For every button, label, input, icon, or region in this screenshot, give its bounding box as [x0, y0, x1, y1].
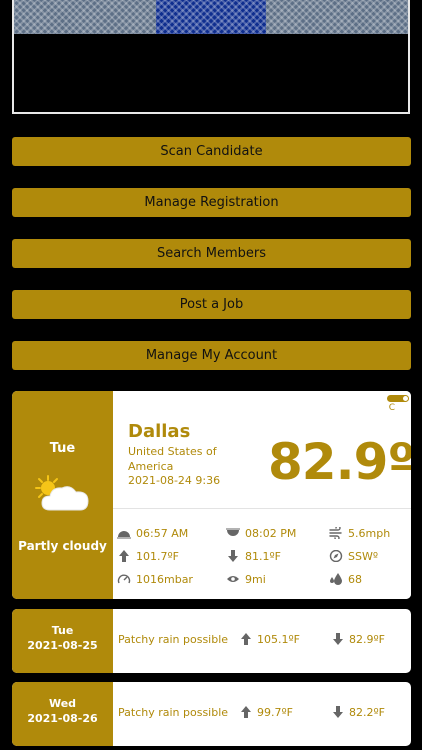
current-day: Tue: [49, 441, 76, 456]
humidity-value: 68: [348, 573, 362, 586]
current-condition: Partly cloudy: [18, 539, 107, 553]
forecast-date-panel: Tue 2021-08-25: [12, 609, 113, 673]
arrow-down-icon: [333, 633, 343, 645]
partly-cloudy-icon: [35, 475, 89, 511]
forecast-low-value: 82.2ºF: [349, 706, 386, 719]
unit-label: C: [388, 403, 395, 413]
wind-speed-stat: 5.6mph: [329, 527, 390, 540]
forecast-low-value: 82.9ºF: [349, 633, 386, 646]
high-value: 101.7ºF: [136, 550, 180, 563]
divider: [113, 508, 411, 509]
high-stat: 101.7ºF: [117, 550, 179, 563]
wind-icon: [329, 527, 342, 539]
low-stat: 81.1ºF: [226, 550, 281, 563]
current-temperature: 82.9º: [268, 433, 411, 491]
forecast-low: 82.2ºF: [332, 706, 385, 719]
forecast-card: Tue 2021-08-25 Patchy rain possible 105.…: [12, 609, 411, 673]
forecast-date-panel: Wed 2021-08-26: [12, 682, 113, 746]
sunset-icon: [226, 528, 240, 536]
pressure-value: 1016mbar: [136, 573, 193, 586]
sunrise-icon: [117, 531, 131, 539]
pressure-stat: 1016mbar: [117, 573, 193, 586]
manage-account-button[interactable]: Manage My Account: [12, 341, 411, 370]
scan-candidate-button[interactable]: Scan Candidate: [12, 137, 411, 166]
forecast-high-value: 105.1ºF: [257, 633, 301, 646]
wind-speed-value: 5.6mph: [348, 527, 391, 540]
forecast-low: 82.9ºF: [332, 633, 385, 646]
wind-direction-value: SSWº: [348, 550, 379, 563]
forecast-high-value: 99.7ºF: [257, 706, 294, 719]
search-members-button[interactable]: Search Members: [12, 239, 411, 268]
eye-icon: [227, 576, 239, 582]
weather-datetime: 2021-08-24 9:36: [128, 474, 221, 487]
compass-icon: [329, 550, 343, 562]
sunrise-value: 06:57 AM: [136, 527, 189, 540]
humidity-stat: 68: [329, 573, 362, 586]
gauge-icon: [117, 574, 131, 584]
sunrise-stat: 06:57 AM: [117, 527, 188, 540]
low-value: 81.1ºF: [245, 550, 282, 563]
arrow-down-icon: [333, 706, 343, 718]
manage-registration-button[interactable]: Manage Registration: [12, 188, 411, 217]
sunset-stat: 08:02 PM: [226, 527, 296, 540]
arrow-up-icon: [119, 550, 129, 562]
post-job-button[interactable]: Post a Job: [12, 290, 411, 319]
city-name: Dallas: [128, 421, 191, 442]
country-name: United States of America: [128, 445, 217, 473]
unit-toggle[interactable]: [387, 395, 409, 402]
arrow-up-icon: [241, 633, 251, 645]
forecast-high: 105.1ºF: [240, 633, 300, 646]
camera-preview: [12, 0, 410, 114]
current-weather-details: C Dallas United States of America 2021-0…: [113, 391, 411, 599]
arrow-up-icon: [241, 706, 251, 718]
forecast-date: 2021-08-25: [27, 639, 98, 652]
wind-direction-stat: SSWº: [329, 550, 378, 563]
current-weather-summary: Tue Partly cloudy: [12, 391, 113, 599]
current-weather-card: Tue Partly cloudy C Dallas United States…: [12, 391, 411, 599]
forecast-card: Wed 2021-08-26 Patchy rain possible 99.7…: [12, 682, 411, 746]
visibility-stat: 9mi: [226, 573, 266, 586]
forecast-description: Patchy rain possible: [118, 706, 229, 719]
forecast-day: Wed: [48, 697, 77, 710]
humidity-icon: [330, 573, 342, 585]
temperature-unit: F: [410, 471, 411, 487]
sunset-value: 08:02 PM: [245, 527, 297, 540]
visibility-value: 9mi: [245, 573, 266, 586]
forecast-date: 2021-08-26: [27, 712, 98, 725]
preview-image: [14, 0, 408, 34]
forecast-description: Patchy rain possible: [118, 633, 229, 646]
arrow-down-icon: [228, 550, 238, 562]
forecast-high: 99.7ºF: [240, 706, 293, 719]
forecast-day: Tue: [51, 624, 74, 637]
